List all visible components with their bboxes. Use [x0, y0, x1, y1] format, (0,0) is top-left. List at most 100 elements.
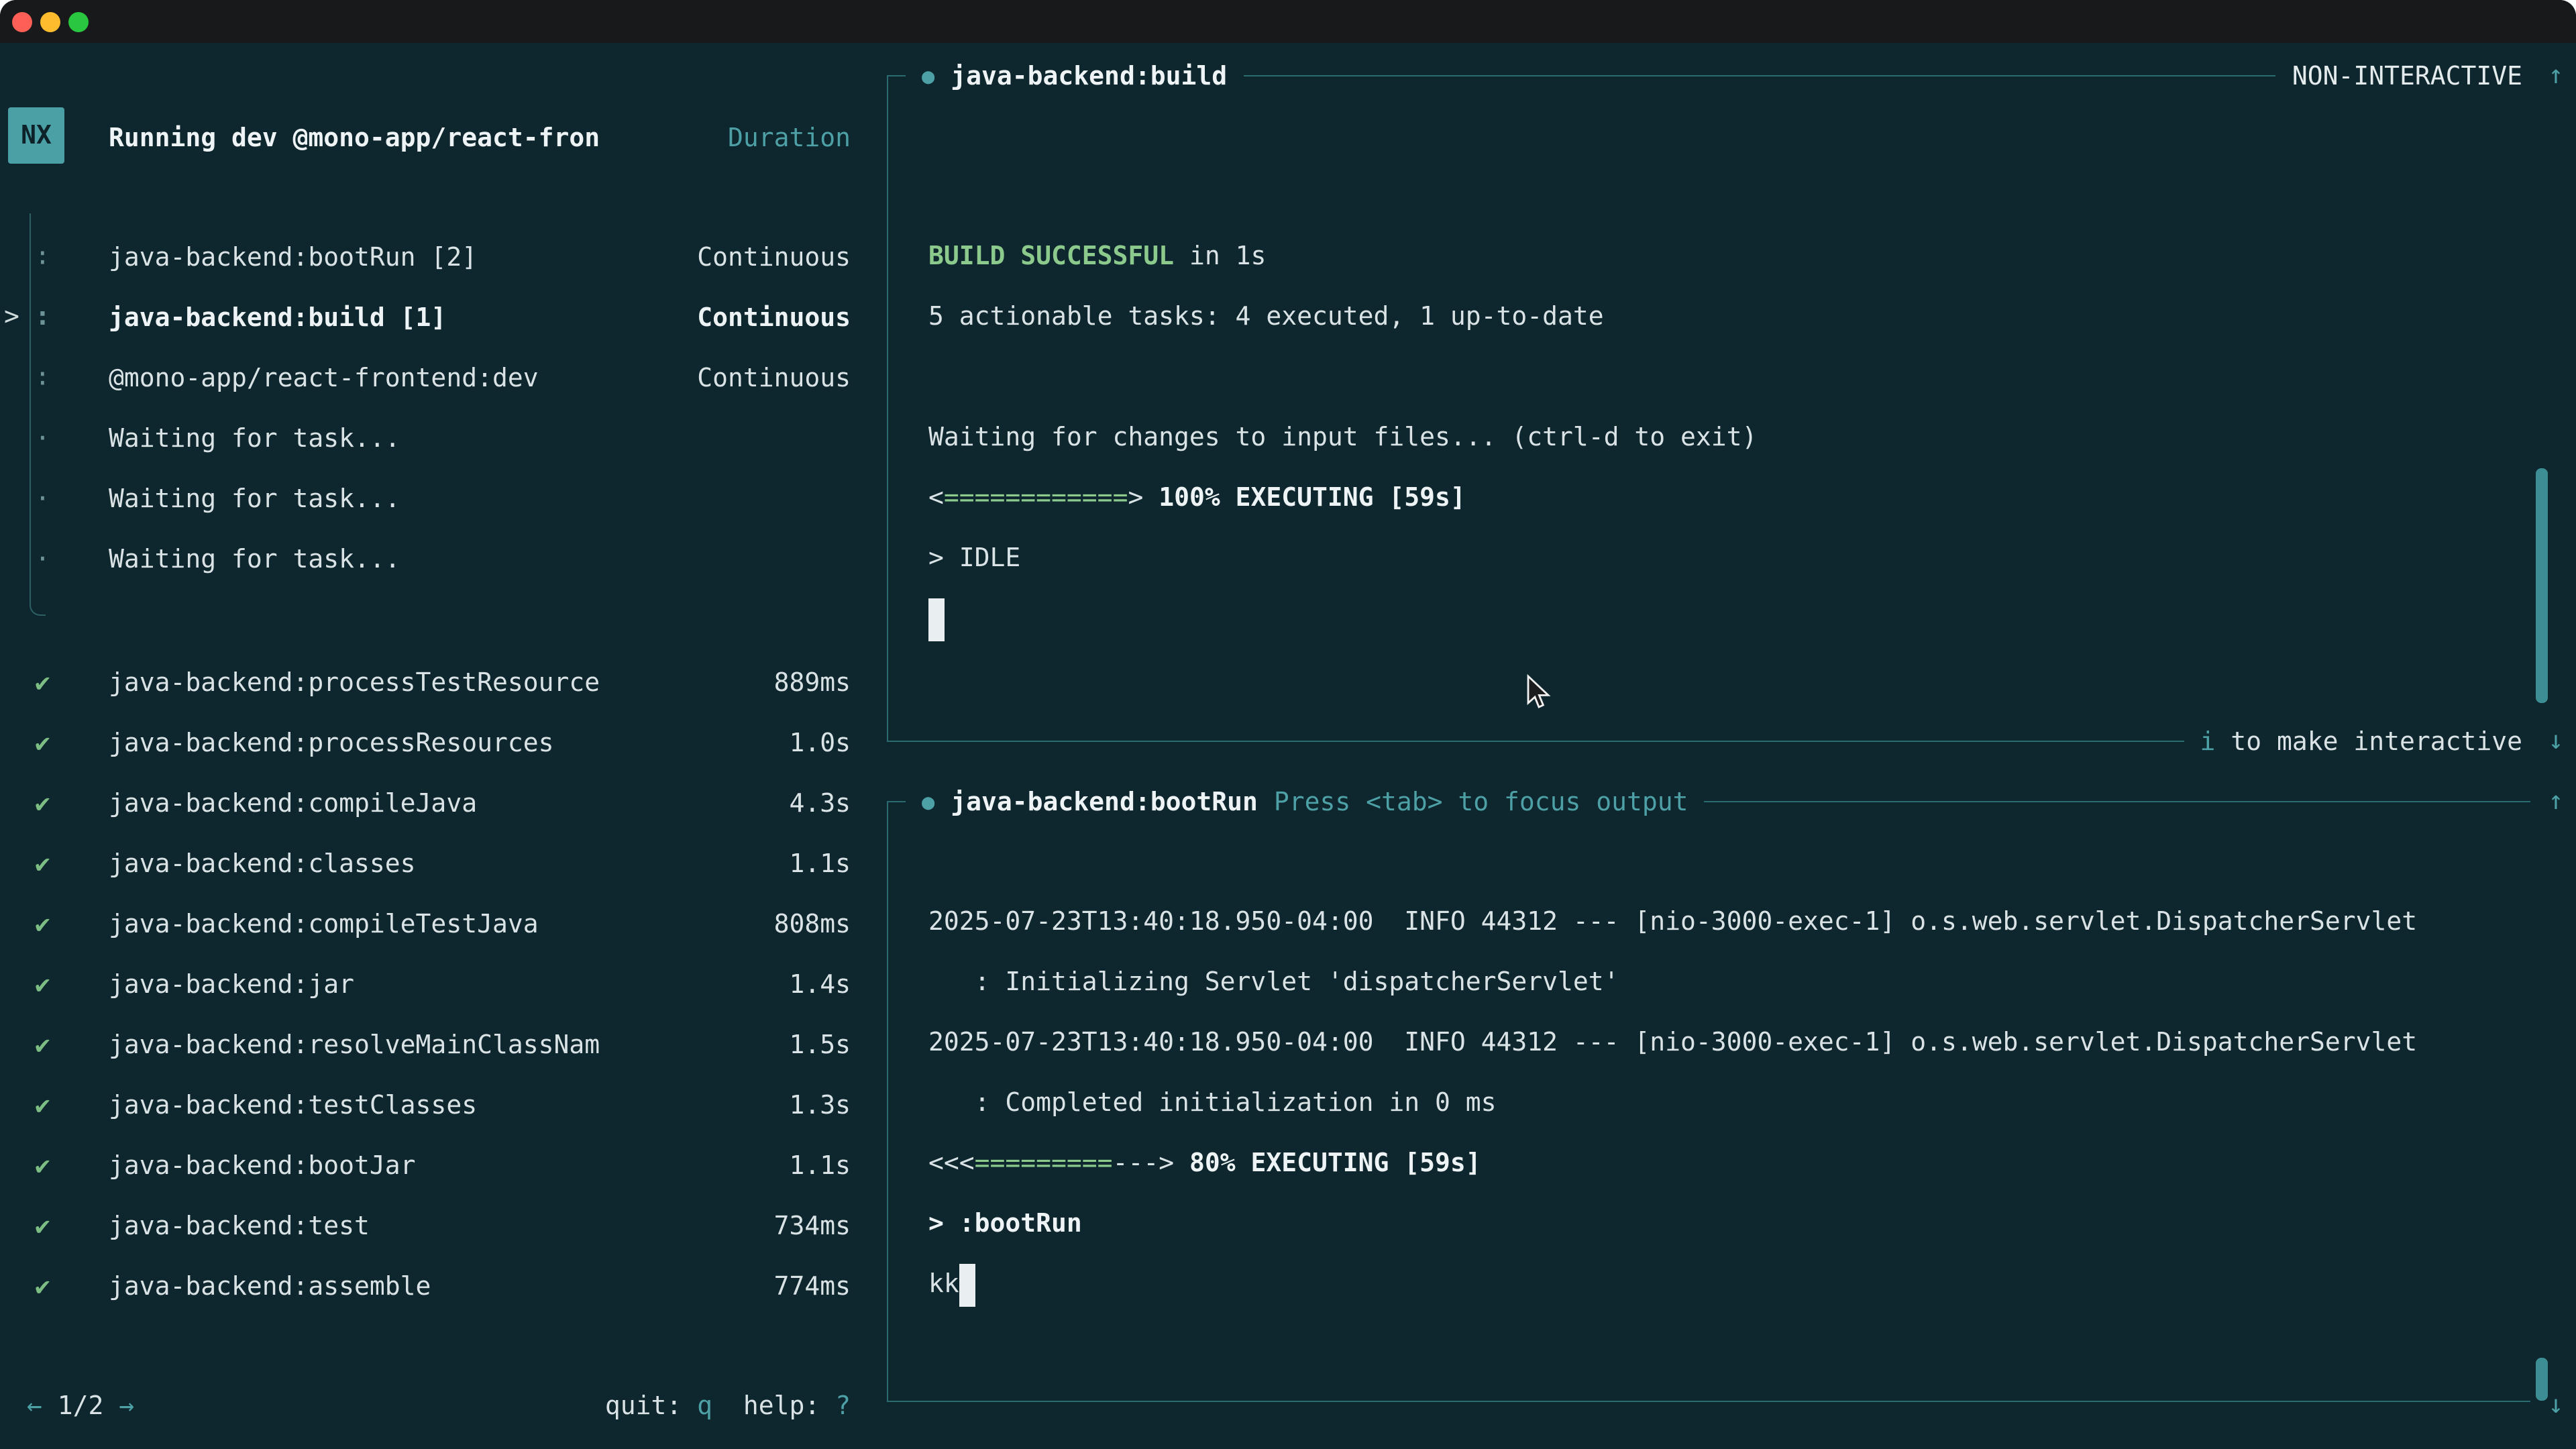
- panel-border-segment: [1243, 75, 2276, 76]
- tasks-summary-line: 5 actionable tasks: 4 executed, 1 up-to-…: [928, 287, 1757, 347]
- check-icon: ✔: [24, 1271, 109, 1301]
- bootrun-panel-scrollbar[interactable]: [2536, 1358, 2548, 1401]
- check-icon: ✔: [24, 728, 109, 757]
- minimize-button[interactable]: [40, 11, 60, 32]
- task-status: Continuous: [697, 242, 851, 272]
- sidebar-footer: ← 1/2 → quit: q help: ?: [0, 1375, 885, 1436]
- running-task-list: ∶ java-backend:bootRun [2] Continuous ∶ …: [0, 227, 885, 589]
- pager: ← 1/2 →: [27, 1391, 134, 1420]
- idle-line: > IDLE: [928, 529, 1757, 589]
- task-bullet-icon: ●: [922, 63, 934, 89]
- page-indicator: 1/2: [42, 1391, 119, 1420]
- build-panel-output: BUILD SUCCESSFUL in 1s 5 actionable task…: [928, 227, 1757, 649]
- task-label: @mono-app/react-frontend:dev: [109, 363, 697, 392]
- completed-task-row[interactable]: ✔ java-backend:processTestResource 889ms: [0, 652, 885, 712]
- bootrun-panel-left-border: [887, 801, 888, 1401]
- task-label: java-backend:processResources: [109, 728, 789, 757]
- task-sidebar: NX Running dev @mono-app/react-fron Dura…: [0, 43, 885, 1449]
- duration-column-header: Duration: [728, 123, 851, 152]
- build-panel-scrollbar[interactable]: [2536, 468, 2548, 703]
- log-line: 2025-07-23T13:40:18.950-04:00 INFO 44312…: [928, 892, 2417, 953]
- task-bullet-icon: ●: [922, 789, 934, 814]
- completed-task-row[interactable]: ✔ java-backend:compileJava 4.3s: [0, 773, 885, 833]
- text-cursor: [959, 1263, 975, 1306]
- task-duration: 734ms: [774, 1211, 851, 1240]
- gradle-progress-line: <<<=========---> 80% EXECUTING [59s]: [928, 1134, 2417, 1194]
- completed-task-row[interactable]: ✔ java-backend:processResources 1.0s: [0, 712, 885, 773]
- task-label: java-backend:assemble: [109, 1271, 774, 1301]
- build-panel-footer: i to make interactive: [887, 711, 2530, 771]
- task-duration: 808ms: [774, 909, 851, 938]
- check-icon: ✔: [24, 1090, 109, 1120]
- task-label: java-backend:resolveMainClassNam: [109, 1030, 789, 1059]
- completed-task-row[interactable]: ✔ java-backend:resolveMainClassNam 1.5s: [0, 1014, 885, 1075]
- completed-task-row[interactable]: ✔ java-backend:bootJar 1.1s: [0, 1135, 885, 1195]
- scroll-down-icon[interactable]: ↓: [2538, 711, 2573, 771]
- waiting-task-row[interactable]: · Waiting for task...: [0, 529, 885, 589]
- nx-tui: NX Running dev @mono-app/react-fron Dura…: [0, 43, 2576, 1449]
- task-label: java-backend:test: [109, 1211, 774, 1240]
- task-duration: 1.4s: [789, 969, 851, 999]
- completed-task-row[interactable]: ✔ java-backend:classes 1.1s: [0, 833, 885, 894]
- check-icon: ✔: [24, 1211, 109, 1240]
- task-label: java-backend:testClasses: [109, 1090, 789, 1120]
- task-status: Continuous: [697, 303, 851, 332]
- task-duration: 1.3s: [789, 1090, 851, 1120]
- task-label: java-backend:compileTestJava: [109, 909, 774, 938]
- task-label: java-backend:build [1]: [109, 303, 697, 332]
- task-duration: 889ms: [774, 667, 851, 697]
- panel-border-segment: [1705, 801, 2530, 802]
- gradle-progress-line: <============> 100% EXECUTING [59s]: [928, 468, 1757, 529]
- task-row[interactable]: ∶ @mono-app/react-frontend:dev Continuou…: [0, 347, 885, 408]
- blank-line: [928, 347, 1757, 408]
- mouse-cursor: [1523, 674, 1552, 714]
- prev-page-arrow[interactable]: ←: [27, 1391, 42, 1420]
- sidebar-header: Running dev @mono-app/react-fron Duratio…: [0, 107, 885, 168]
- waiting-line: Waiting for changes to input files... (c…: [928, 408, 1757, 468]
- log-line: : Initializing Servlet 'dispatcherServle…: [928, 953, 2417, 1013]
- waiting-task-row[interactable]: · Waiting for task...: [0, 468, 885, 529]
- input-line[interactable]: kk: [928, 1254, 2417, 1315]
- task-label: java-backend:classes: [109, 849, 789, 878]
- build-panel-header: ● java-backend:build NON-INTERACTIVE: [887, 46, 2530, 106]
- task-duration: 1.5s: [789, 1030, 851, 1059]
- next-page-arrow[interactable]: →: [119, 1391, 134, 1420]
- log-line: : Completed initialization in 0 ms: [928, 1073, 2417, 1134]
- task-status: Continuous: [697, 363, 851, 392]
- task-label: java-backend:processTestResource: [109, 667, 774, 697]
- task-label: Waiting for task...: [109, 544, 851, 574]
- completed-task-row[interactable]: ✔ java-backend:assemble 774ms: [0, 1256, 885, 1316]
- check-icon: ✔: [24, 1150, 109, 1180]
- panel-border-segment: [887, 741, 2184, 742]
- task-row-selected[interactable]: ∶ java-backend:build [1] Continuous: [0, 287, 885, 347]
- terminal-window: NX Running dev @mono-app/react-fron Dura…: [0, 0, 2576, 1449]
- panel-border-segment: [887, 1401, 2530, 1402]
- dot-icon: ·: [24, 544, 109, 574]
- task-label: java-backend:jar: [109, 969, 789, 999]
- completed-task-row[interactable]: ✔ java-backend:jar 1.4s: [0, 954, 885, 1014]
- key-hints: quit: q help: ?: [605, 1391, 851, 1420]
- close-button[interactable]: [12, 11, 32, 32]
- text-cursor: [928, 598, 945, 641]
- make-interactive-hint: i to make interactive: [2200, 727, 2522, 756]
- scroll-up-icon[interactable]: ↑: [2538, 46, 2573, 106]
- bootrun-panel-output: 2025-07-23T13:40:18.950-04:00 INFO 44312…: [928, 892, 2417, 1315]
- completed-task-row[interactable]: ✔ java-backend:compileTestJava 808ms: [0, 894, 885, 954]
- check-icon: ✔: [24, 667, 109, 697]
- progress-bar: =========: [975, 1148, 1113, 1178]
- scroll-up-icon[interactable]: ↑: [2538, 771, 2573, 832]
- dot-icon: ·: [24, 423, 109, 453]
- task-label: java-backend:compileJava: [109, 788, 789, 818]
- gradle-task-line: > :bootRun: [928, 1194, 2417, 1254]
- task-row[interactable]: ∶ java-backend:bootRun [2] Continuous: [0, 227, 885, 287]
- waiting-task-row[interactable]: · Waiting for task...: [0, 408, 885, 468]
- completed-task-row[interactable]: ✔ java-backend:test 734ms: [0, 1195, 885, 1256]
- task-duration: 1.0s: [789, 728, 851, 757]
- bootrun-panel-title: java-backend:bootRun: [951, 787, 1258, 816]
- bootrun-panel-header: ● java-backend:bootRun Press <tab> to fo…: [887, 771, 2530, 832]
- check-icon: ✔: [24, 1030, 109, 1059]
- completed-task-row[interactable]: ✔ java-backend:testClasses 1.3s: [0, 1075, 885, 1135]
- zoom-button[interactable]: [68, 11, 89, 32]
- task-duration: 4.3s: [789, 788, 851, 818]
- titlebar[interactable]: [0, 0, 2576, 43]
